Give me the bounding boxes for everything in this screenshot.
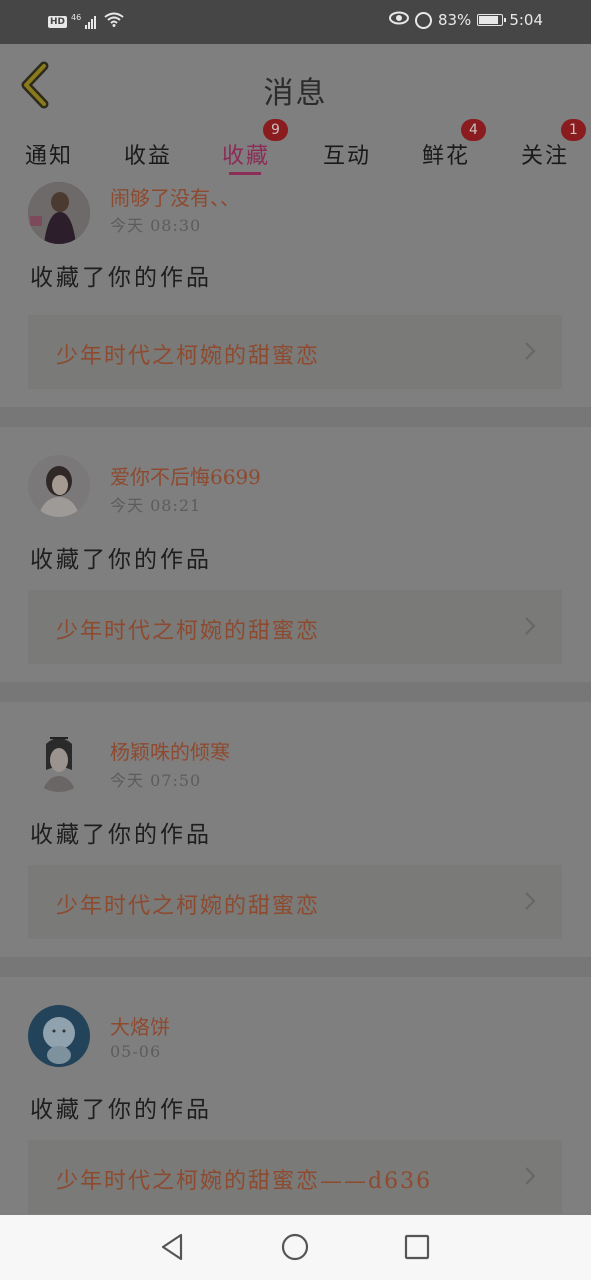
favorites-feed: 闹够了没有、、 今天 08:30 收藏了你的作品 少年时代之柯婉的甜蜜恋 爱你不… bbox=[0, 180, 591, 1215]
battery-percent: 83% bbox=[437, 11, 472, 29]
network-type: 46 bbox=[71, 13, 82, 22]
action-text: 收藏了你的作品 bbox=[30, 822, 212, 848]
divider bbox=[0, 407, 591, 427]
tab-flowers[interactable]: 鲜花 bbox=[422, 138, 470, 170]
tab-follows-badge: 1 bbox=[561, 119, 586, 141]
tab-interactions[interactable]: 互动 bbox=[323, 138, 371, 170]
clock: 5:04 bbox=[509, 11, 543, 29]
timestamp: 05-06 bbox=[110, 1042, 162, 1061]
timestamp: 今天 07:50 bbox=[110, 771, 202, 790]
avatar[interactable] bbox=[28, 455, 90, 517]
tab-favorites-badge: 9 bbox=[263, 119, 288, 141]
work-title: 少年时代之柯婉的甜蜜恋 bbox=[56, 344, 321, 369]
list-item: 大烙饼 05-06 收藏了你的作品 少年时代之柯婉的甜蜜恋——d636 bbox=[0, 977, 591, 1215]
chevron-right-icon bbox=[525, 892, 536, 910]
tab-earnings[interactable]: 收益 bbox=[124, 138, 172, 170]
work-link[interactable]: 少年时代之柯婉的甜蜜恋 bbox=[28, 315, 562, 389]
action-text: 收藏了你的作品 bbox=[30, 547, 212, 573]
username[interactable]: 爱你不后悔6699 bbox=[110, 461, 261, 490]
timestamp: 今天 08:30 bbox=[110, 216, 202, 235]
action-text: 收藏了你的作品 bbox=[30, 1097, 212, 1123]
username[interactable]: 杨颖咮的倾寒 bbox=[110, 736, 230, 765]
timestamp: 今天 08:21 bbox=[110, 496, 202, 515]
signal-icon bbox=[85, 15, 97, 29]
active-tab-indicator bbox=[229, 172, 261, 175]
work-link[interactable]: 少年时代之柯婉的甜蜜恋——d636 bbox=[28, 1140, 562, 1214]
battery-icon bbox=[477, 14, 507, 26]
eye-comfort-icon bbox=[388, 11, 409, 29]
avatar[interactable] bbox=[28, 182, 90, 244]
system-nav-bar bbox=[0, 1215, 591, 1280]
tab-bar: 通知 收益 收藏 9 互动 鲜花 4 关注 1 bbox=[0, 119, 591, 180]
avatar[interactable] bbox=[28, 730, 90, 792]
tab-follows[interactable]: 关注 bbox=[521, 138, 569, 170]
divider bbox=[0, 682, 591, 702]
tab-notifications[interactable]: 通知 bbox=[25, 138, 73, 170]
alarm-icon bbox=[414, 11, 432, 29]
work-link[interactable]: 少年时代之柯婉的甜蜜恋 bbox=[28, 865, 562, 939]
tab-flowers-badge: 4 bbox=[461, 119, 486, 141]
back-triangle-icon[interactable] bbox=[158, 1232, 188, 1262]
avatar[interactable] bbox=[28, 1005, 90, 1067]
chevron-right-icon bbox=[525, 342, 536, 360]
list-item: 闹够了没有、、 今天 08:30 收藏了你的作品 少年时代之柯婉的甜蜜恋 bbox=[0, 180, 591, 407]
app-header: 消息 bbox=[0, 44, 591, 125]
username[interactable]: 闹够了没有、、 bbox=[110, 182, 240, 211]
status-left: HD 46 bbox=[48, 12, 124, 31]
list-item: 杨颖咮的倾寒 今天 07:50 收藏了你的作品 少年时代之柯婉的甜蜜恋 bbox=[0, 702, 591, 957]
work-link[interactable]: 少年时代之柯婉的甜蜜恋 bbox=[28, 590, 562, 664]
work-title: 少年时代之柯婉的甜蜜恋 bbox=[56, 619, 321, 644]
divider bbox=[0, 957, 591, 977]
username[interactable]: 大烙饼 bbox=[110, 1011, 170, 1040]
chevron-right-icon bbox=[525, 1167, 536, 1185]
recents-square-icon[interactable] bbox=[402, 1232, 432, 1262]
hd-indicator: HD bbox=[48, 15, 68, 28]
chevron-right-icon bbox=[525, 617, 536, 635]
action-text: 收藏了你的作品 bbox=[30, 265, 212, 291]
page-title: 消息 bbox=[263, 76, 328, 111]
status-bar: HD 46 83% 5:04 bbox=[0, 0, 591, 44]
work-title: 少年时代之柯婉的甜蜜恋——d636 bbox=[56, 1169, 433, 1194]
tab-favorites[interactable]: 收藏 bbox=[222, 138, 270, 170]
work-title: 少年时代之柯婉的甜蜜恋 bbox=[56, 894, 321, 919]
status-right: 83% 5:04 bbox=[388, 11, 543, 29]
list-item: 爱你不后悔6699 今天 08:21 收藏了你的作品 少年时代之柯婉的甜蜜恋 bbox=[0, 427, 591, 682]
wifi-icon bbox=[104, 12, 124, 31]
home-circle-icon[interactable] bbox=[280, 1232, 310, 1262]
